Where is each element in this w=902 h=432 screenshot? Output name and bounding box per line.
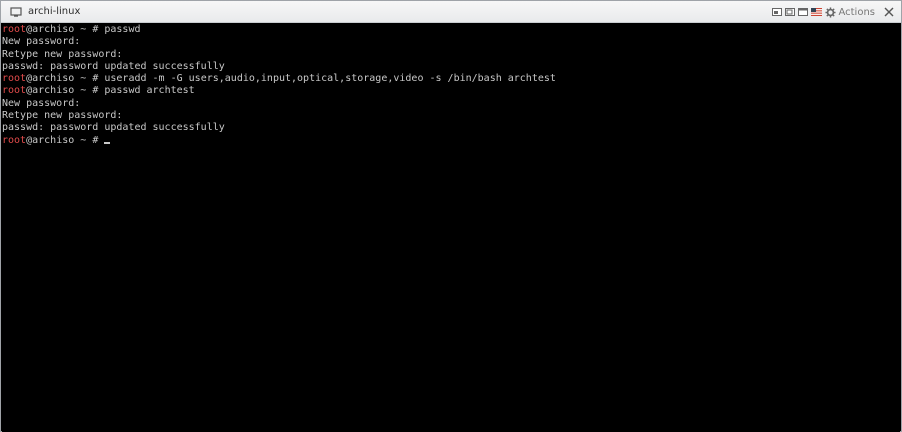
window-title: archi-linux xyxy=(28,6,81,17)
command-text: passwd archtest xyxy=(104,85,195,97)
monitor-icon xyxy=(10,7,22,17)
prompt-user: root xyxy=(2,73,27,85)
prompt-host: @archiso ~ # xyxy=(26,134,105,146)
console-screen[interactable]: root@archiso ~ # passwd New password: Rety… xyxy=(2,23,900,432)
output-line: New password: xyxy=(2,36,81,48)
actions-menu[interactable]: Actions xyxy=(825,7,875,18)
output-line: passwd: password updated successfully xyxy=(2,60,225,72)
vm-console-window: archi-linux Actions root@archiso ~ # pas… xyxy=(0,0,902,432)
prompt-host: @archiso ~ # xyxy=(26,85,105,97)
command-text: passwd xyxy=(104,24,141,35)
gear-icon xyxy=(825,6,837,18)
prompt-line: root@archiso ~ # useradd -m -G users,aud… xyxy=(2,73,900,85)
window-maximize-icon[interactable] xyxy=(797,6,809,18)
window-fit-icon[interactable] xyxy=(784,6,796,18)
prompt-line: root@archiso ~ # passwd xyxy=(2,24,900,36)
prompt-line: root@archiso ~ # xyxy=(2,135,900,147)
output-line: passwd: password updated successfully xyxy=(2,122,225,134)
us-flag-icon[interactable] xyxy=(810,6,822,18)
prompt-user: root xyxy=(2,24,27,35)
actions-label: Actions xyxy=(838,6,875,18)
text-cursor xyxy=(104,142,111,144)
prompt-user: root xyxy=(2,134,27,146)
output-line: New password: xyxy=(2,97,81,109)
output-line: Retype new password: xyxy=(2,110,123,122)
prompt-host: @archiso ~ # xyxy=(26,73,105,85)
prompt-host: @archiso ~ # xyxy=(26,24,105,35)
close-icon[interactable] xyxy=(883,6,895,18)
title-bar: archi-linux Actions xyxy=(1,1,901,23)
prompt-user: root xyxy=(2,85,27,97)
prompt-line: root@archiso ~ # passwd archtest xyxy=(2,85,900,97)
output-line: Retype new password: xyxy=(2,48,123,60)
command-text: useradd -m -G users,audio,input,optical,… xyxy=(104,73,556,85)
window-controls: Actions xyxy=(770,5,895,19)
window-scale-icon[interactable] xyxy=(771,6,783,18)
